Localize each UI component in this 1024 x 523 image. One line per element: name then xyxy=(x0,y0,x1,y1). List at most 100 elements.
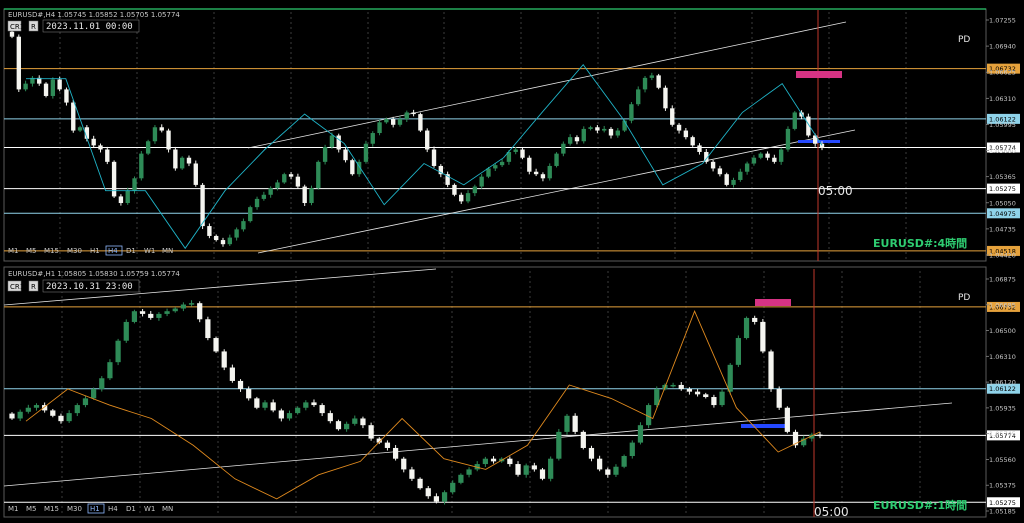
axis-tick-label: 1.06310 xyxy=(989,353,1016,361)
candle-body xyxy=(50,79,56,96)
candle-body xyxy=(595,127,600,131)
candle-body xyxy=(649,75,655,78)
h4-start-time: 2023.11.01 00:00 xyxy=(46,22,133,32)
candle-body xyxy=(309,188,314,204)
h4-brand: EURUSD#:4時間 xyxy=(873,236,967,250)
timeframe-button-m15[interactable]: M15 xyxy=(44,505,59,513)
candle-body xyxy=(819,143,825,148)
candle-body xyxy=(608,128,614,136)
candle-body xyxy=(710,161,716,169)
timeframe-button-m30[interactable]: M30 xyxy=(67,505,82,513)
timeframe-button-m5[interactable]: M5 xyxy=(26,505,37,513)
axis-tick-label: 1.05745 xyxy=(989,430,1016,438)
candle-body xyxy=(760,321,766,352)
h4-clock: 05:00 xyxy=(818,184,853,198)
candle-body xyxy=(77,127,83,131)
resistance-marker xyxy=(796,71,842,78)
timeframe-button-w1[interactable]: W1 xyxy=(144,505,155,513)
candle-body xyxy=(690,137,695,146)
candle-body xyxy=(629,104,634,121)
candle-body xyxy=(9,31,15,37)
candle-body xyxy=(193,163,198,185)
candle-body xyxy=(17,411,23,419)
candle-body xyxy=(738,171,743,180)
candle-body xyxy=(25,407,31,412)
candle-body xyxy=(254,398,260,408)
candle-body xyxy=(482,458,488,465)
axis-tick-label: 1.06310 xyxy=(989,95,1016,103)
candle-body xyxy=(615,130,620,136)
candle-body xyxy=(91,138,96,146)
candle-body xyxy=(363,143,369,162)
candle-body xyxy=(564,415,570,432)
candle-body xyxy=(9,413,15,419)
candle-body xyxy=(132,178,137,191)
candle-body xyxy=(768,351,774,389)
h4-plot-frame xyxy=(3,8,987,262)
timeframe-button-m1[interactable]: M1 xyxy=(8,505,19,513)
candle-body xyxy=(179,157,185,169)
timeframe-button-mn[interactable]: MN xyxy=(162,247,173,255)
candle-body xyxy=(486,168,491,177)
candle-body xyxy=(200,184,205,227)
candle-body xyxy=(360,418,366,426)
candle-body xyxy=(302,186,307,204)
candle-body xyxy=(724,174,729,185)
level-tag-label: 1.05275 xyxy=(989,499,1016,507)
candle-body xyxy=(513,149,518,152)
candle-body xyxy=(472,186,478,194)
candle-body xyxy=(540,174,546,179)
candle-body xyxy=(574,137,580,142)
axis-tick-label: 1.05185 xyxy=(989,508,1016,516)
candle-body xyxy=(817,434,823,437)
h1-timeframe-bar: M1 M5 M15 M30 H1 H4 D1 W1 MN xyxy=(8,503,173,514)
timeframe-button-d1[interactable]: D1 xyxy=(126,247,136,255)
candle-body xyxy=(431,149,437,166)
candle-body xyxy=(629,442,635,457)
timeframe-button-h4[interactable]: H4 xyxy=(108,247,118,255)
candle-body xyxy=(164,311,170,314)
candle-body xyxy=(581,128,586,142)
candle-body xyxy=(425,130,430,150)
candle-body xyxy=(621,456,627,467)
candle-body xyxy=(554,153,559,166)
candle-body xyxy=(580,431,586,448)
candle-body xyxy=(159,127,164,131)
h4-cr1-text: CR1 xyxy=(10,23,24,31)
timeframe-button-m5[interactable]: M5 xyxy=(26,247,37,255)
candle-body xyxy=(254,198,260,208)
candle-body xyxy=(694,391,701,395)
timeframe-button-h1[interactable]: H1 xyxy=(90,505,100,513)
candle-body xyxy=(282,174,287,183)
candle-body xyxy=(98,145,103,150)
candle-body xyxy=(82,398,89,406)
candle-body xyxy=(268,188,273,195)
candle-body xyxy=(785,128,791,150)
candle-body xyxy=(131,311,138,322)
candle-body xyxy=(507,458,513,465)
h4-panel: 1.067321.061221.057741.052751.049751.045… xyxy=(3,8,1020,262)
candle-body xyxy=(450,482,456,493)
candle-body xyxy=(370,133,375,144)
candle-body xyxy=(50,410,56,416)
candle-body xyxy=(58,415,64,422)
timeframe-button-h1[interactable]: H1 xyxy=(90,247,100,255)
timeframe-button-w1[interactable]: W1 xyxy=(144,247,155,255)
timeframe-button-h4[interactable]: H4 xyxy=(108,505,118,513)
candle-body xyxy=(392,447,399,459)
timeframe-button-d1[interactable]: D1 xyxy=(126,505,136,513)
candle-body xyxy=(248,207,253,222)
candle-body xyxy=(390,119,396,125)
timeframe-button-m1[interactable]: M1 xyxy=(8,247,19,255)
timeframe-button-m30[interactable]: M30 xyxy=(67,247,82,255)
timeframe-button-m15[interactable]: M15 xyxy=(44,247,59,255)
candle-body xyxy=(246,388,252,399)
timeframe-button-mn[interactable]: MN xyxy=(162,505,173,513)
candle-body xyxy=(221,351,227,368)
h4-pd-label: PD xyxy=(958,35,970,45)
candle-body xyxy=(125,190,130,204)
axis-tick-label: 1.05365 xyxy=(989,173,1016,181)
axis-tick-label: 1.05050 xyxy=(989,199,1016,207)
level-tag-label: 1.04975 xyxy=(989,210,1016,218)
h1-cr1-text: CR1 xyxy=(10,283,24,291)
